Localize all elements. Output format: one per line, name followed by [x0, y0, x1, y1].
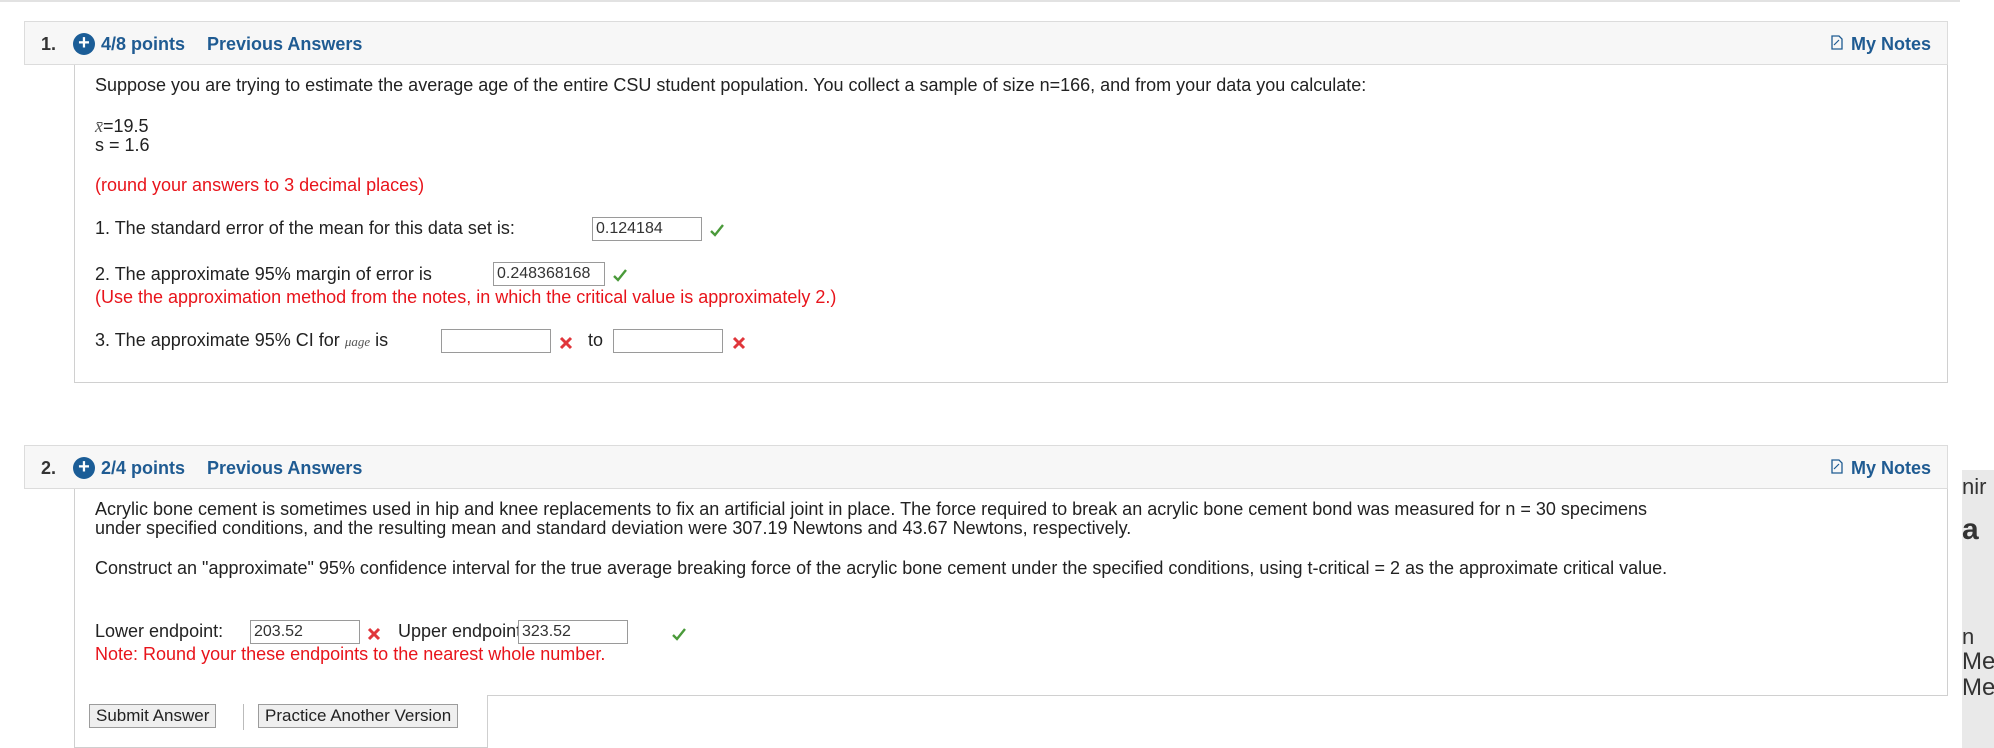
item-2-hint: (Use the approximation method from the n…	[95, 287, 837, 307]
correct-check-icon	[672, 628, 686, 641]
expand-plus-icon[interactable]: +	[73, 33, 95, 55]
notes-icon[interactable]	[1831, 459, 1843, 474]
top-divider	[0, 0, 1960, 2]
correct-check-icon	[613, 269, 627, 282]
ci-upper-input[interactable]	[613, 329, 723, 353]
xbar-value: =19.5	[103, 116, 149, 136]
upper-endpoint-label: Upper endpoint:	[398, 621, 527, 641]
round-note: (round your answers to 3 decimal places)	[95, 175, 425, 195]
question-2-instruction: Construct an "approximate" 95% confidenc…	[95, 558, 1668, 578]
button-divider	[243, 704, 244, 730]
item-1-answer-input[interactable]	[592, 217, 702, 241]
question-2-points: 2/4 points	[101, 458, 186, 478]
notes-icon[interactable]	[1831, 35, 1843, 50]
incorrect-x-icon	[732, 336, 746, 350]
item-3-is: is	[375, 330, 389, 350]
right-fragment-text: Me	[1962, 648, 1994, 675]
submit-button-bar: Submit Answer Practice Another Version	[74, 695, 488, 748]
question-1-header: 1. + 4/8 points Previous Answers My Note…	[24, 21, 1948, 65]
item-3-to: to	[588, 330, 604, 350]
rounding-note: Note: Round your these endpoints to the …	[95, 644, 606, 664]
right-fragment-text: nir	[1962, 474, 1987, 499]
right-side-panel-fragment: nir a n Me Me	[1962, 470, 1994, 748]
question-1-number: 1.	[41, 34, 57, 54]
item-3-label: 3. The approximate 95% CI for	[95, 330, 340, 350]
question-1-intro: Suppose you are trying to estimate the a…	[95, 75, 1367, 95]
mu-age-symbol: μage	[344, 334, 371, 349]
question-2-body: Acrylic bone cement is sometimes used in…	[74, 489, 1948, 696]
lower-endpoint-input[interactable]	[250, 620, 360, 644]
question-1-body: Suppose you are trying to estimate the a…	[74, 65, 1948, 383]
question-2-previous-answers-link[interactable]: Previous Answers	[207, 458, 362, 479]
question-2-para-line-1: Acrylic bone cement is sometimes used in…	[95, 499, 1647, 519]
question-2-header: 2. + 2/4 points Previous Answers My Note…	[24, 445, 1948, 489]
incorrect-x-icon	[559, 336, 573, 350]
question-2-para-line-2: under specified conditions, and the resu…	[95, 518, 1132, 538]
expand-plus-icon[interactable]: +	[73, 457, 95, 479]
xbar-line: x̄=19.5	[95, 116, 149, 137]
lower-endpoint-label: Lower endpoint:	[95, 621, 224, 641]
item-2-label: 2. The approximate 95% margin of error i…	[95, 264, 432, 284]
practice-another-version-button[interactable]: Practice Another Version	[258, 704, 459, 728]
item-3-line: 3. The approximate 95% CI for μage is	[95, 330, 388, 351]
submit-answer-button[interactable]: Submit Answer	[89, 704, 217, 728]
question-1-previous-answers-link[interactable]: Previous Answers	[207, 34, 362, 55]
right-fragment-text: n	[1962, 624, 1975, 649]
incorrect-x-icon	[367, 627, 381, 641]
question-1-points: 4/8 points	[101, 34, 186, 54]
question-2-number: 2.	[41, 458, 57, 478]
question-1-my-notes-link[interactable]: My Notes	[1851, 34, 1931, 55]
item-1-label: 1. The standard error of the mean for th…	[95, 218, 515, 238]
right-fragment-text: Me	[1962, 674, 1994, 701]
question-2-my-notes-link[interactable]: My Notes	[1851, 458, 1931, 479]
ci-lower-input[interactable]	[441, 329, 551, 353]
s-line: s = 1.6	[95, 135, 150, 155]
correct-check-icon	[710, 224, 724, 237]
xbar-symbol: x̄	[95, 116, 103, 136]
item-2-answer-input[interactable]	[493, 262, 605, 286]
upper-endpoint-input[interactable]	[518, 620, 628, 644]
right-fragment-text: a	[1962, 513, 1979, 546]
